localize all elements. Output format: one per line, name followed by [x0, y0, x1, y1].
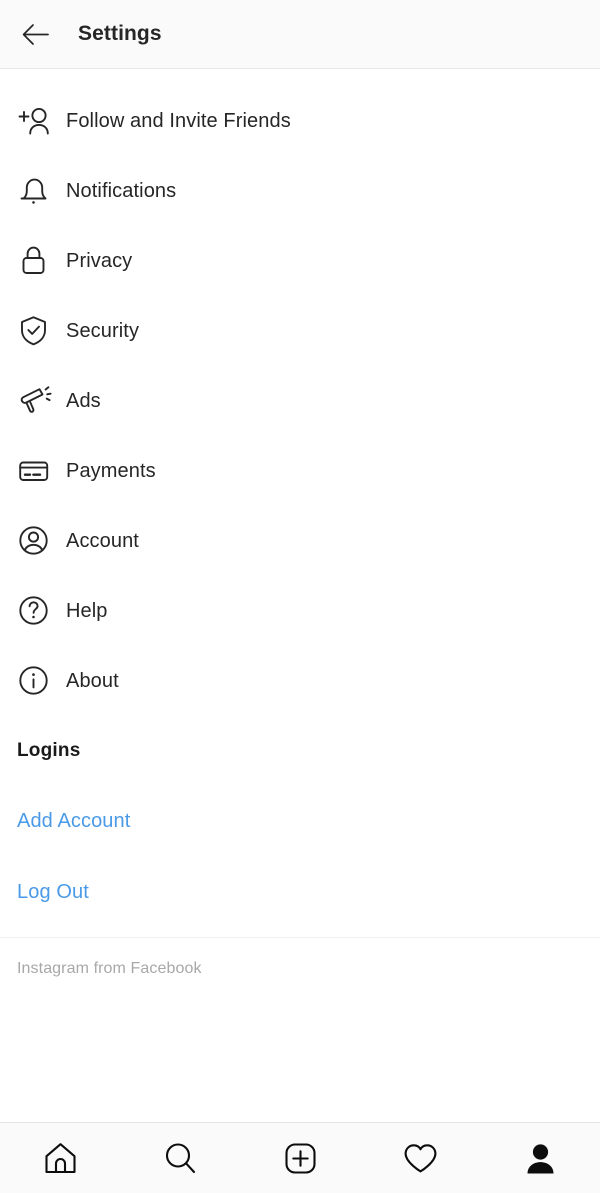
nav-tab-home[interactable]	[24, 1128, 96, 1188]
search-icon	[161, 1139, 200, 1178]
credit-card-icon	[17, 454, 54, 488]
menu-item-account[interactable]: Account	[0, 506, 600, 576]
settings-content: Follow and Invite Friends Notifications	[0, 69, 600, 1122]
heart-icon	[401, 1139, 440, 1178]
menu-item-notifications[interactable]: Notifications	[0, 156, 600, 226]
menu-item-label: Privacy	[66, 249, 133, 272]
menu-item-label: Account	[66, 529, 139, 552]
back-button[interactable]	[14, 13, 56, 55]
megaphone-icon	[17, 384, 54, 418]
settings-screen: Settings Follow and Invite Friends Notif…	[0, 0, 600, 1193]
menu-item-follow-and-invite-friends[interactable]: Follow and Invite Friends	[0, 86, 600, 156]
person-filled-icon	[521, 1139, 560, 1178]
nav-tab-profile[interactable]	[504, 1128, 576, 1188]
menu-item-about[interactable]: About	[0, 646, 600, 716]
logins-section-heading: Logins	[17, 740, 81, 761]
menu-item-security[interactable]: Security	[0, 296, 600, 366]
nav-tab-activity[interactable]	[384, 1128, 456, 1188]
question-circle-icon	[17, 594, 54, 628]
person-add-icon	[17, 105, 54, 138]
menu-item-label: About	[66, 669, 119, 692]
arrow-left-icon	[20, 19, 51, 50]
nav-tab-create[interactable]	[264, 1128, 336, 1188]
menu-item-label: Help	[66, 599, 108, 622]
home-icon	[41, 1139, 80, 1178]
settings-menu-list: Follow and Invite Friends Notifications	[0, 69, 600, 716]
menu-item-help[interactable]: Help	[0, 576, 600, 646]
menu-item-label: Notifications	[66, 179, 177, 202]
menu-item-payments[interactable]: Payments	[0, 436, 600, 506]
menu-item-label: Security	[66, 319, 140, 342]
log-out-button[interactable]: Log Out	[0, 857, 600, 928]
shield-check-icon	[17, 314, 54, 348]
nav-tab-search[interactable]	[144, 1128, 216, 1188]
lock-icon	[17, 244, 54, 278]
menu-item-ads[interactable]: Ads	[0, 366, 600, 436]
bell-icon	[17, 174, 54, 208]
bottom-navigation-bar	[0, 1122, 600, 1193]
page-title: Settings	[78, 22, 162, 45]
menu-item-privacy[interactable]: Privacy	[0, 226, 600, 296]
add-account-button[interactable]: Add Account	[0, 786, 600, 857]
info-circle-icon	[17, 664, 54, 698]
menu-item-label: Follow and Invite Friends	[66, 109, 291, 132]
footer-attribution: Instagram from Facebook	[17, 960, 202, 977]
app-header: Settings	[0, 0, 600, 69]
menu-item-label: Ads	[66, 389, 101, 412]
add-account-label: Add Account	[17, 810, 131, 832]
person-circle-icon	[17, 524, 54, 558]
plus-square-icon	[281, 1139, 320, 1178]
log-out-label: Log Out	[17, 881, 89, 903]
menu-item-label: Payments	[66, 459, 156, 482]
